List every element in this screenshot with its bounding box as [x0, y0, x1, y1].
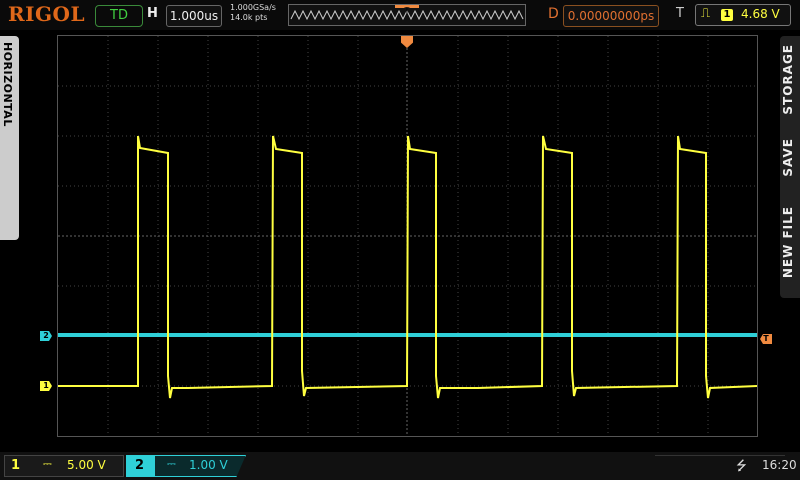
dc-coupling-icon: ⎓ — [167, 457, 176, 470]
system-clock: 16:20 — [762, 458, 797, 472]
sample-rate: 1.000GSa/s — [230, 3, 276, 12]
storage-menu-panel[interactable]: STORAGE SAVE NEW FILE — [780, 36, 800, 298]
trigger-level-marker[interactable]: T — [760, 334, 772, 344]
memory-overview[interactable]: T — [288, 4, 526, 26]
ch1-number: 1 — [11, 458, 21, 473]
timebase-value[interactable]: 1.000us — [166, 5, 222, 27]
trigger-level: 4.68 V — [741, 7, 780, 21]
trigger-source-badge: 1 — [721, 9, 733, 21]
channel-status-bar: 1 ⎓ 5.00 V 2 ⎓ 1.00 V ⭍ 16:20 — [0, 452, 800, 480]
new-file-menu-item[interactable]: NEW FILE — [781, 206, 795, 278]
horizontal-menu-tab[interactable]: HORIZONTAL — [0, 36, 19, 240]
memory-trigger-marker: T — [404, 6, 410, 15]
horizontal-label: H — [147, 6, 158, 21]
run-state-badge[interactable]: TD — [95, 5, 143, 27]
ch2-number: 2 — [135, 458, 145, 473]
ch1-scale: 5.00 V — [67, 458, 106, 472]
delay-label: D — [548, 6, 559, 22]
ch2-scale: 1.00 V — [189, 458, 228, 472]
trigger-label: T — [676, 6, 684, 21]
rising-edge-icon: ⎍ — [701, 6, 711, 21]
waveform-display — [57, 35, 758, 437]
top-status-bar: RIGOL TD H 1.000us 1.000GSa/s 14.0k pts … — [0, 0, 800, 30]
memory-depth: 14.0k pts — [230, 13, 268, 22]
ch2-status[interactable]: 2 ⎓ 1.00 V — [126, 455, 246, 477]
acquisition-info: 1.000GSa/s 14.0k pts — [230, 3, 276, 23]
horizontal-menu-label: HORIZONTAL — [1, 42, 14, 127]
ch2-offset-marker[interactable]: 2 — [40, 331, 52, 341]
save-menu-item[interactable]: SAVE — [781, 138, 795, 177]
waveform-graticule — [58, 36, 758, 436]
trigger-settings[interactable]: ⎍ 1 4.68 V — [695, 4, 791, 26]
brand-logo: RIGOL — [8, 2, 86, 26]
memory-waveform-overview: T — [290, 5, 524, 21]
dc-coupling-icon: ⎓ — [43, 457, 52, 470]
ch1-offset-marker[interactable]: 1 — [40, 381, 52, 391]
storage-menu-title: STORAGE — [781, 44, 795, 115]
ch1-trace — [58, 135, 758, 399]
usb-icon: ⭍ — [736, 459, 747, 474]
ch1-status[interactable]: 1 ⎓ 5.00 V — [4, 455, 124, 477]
delay-value[interactable]: 0.00000000ps — [563, 5, 659, 27]
